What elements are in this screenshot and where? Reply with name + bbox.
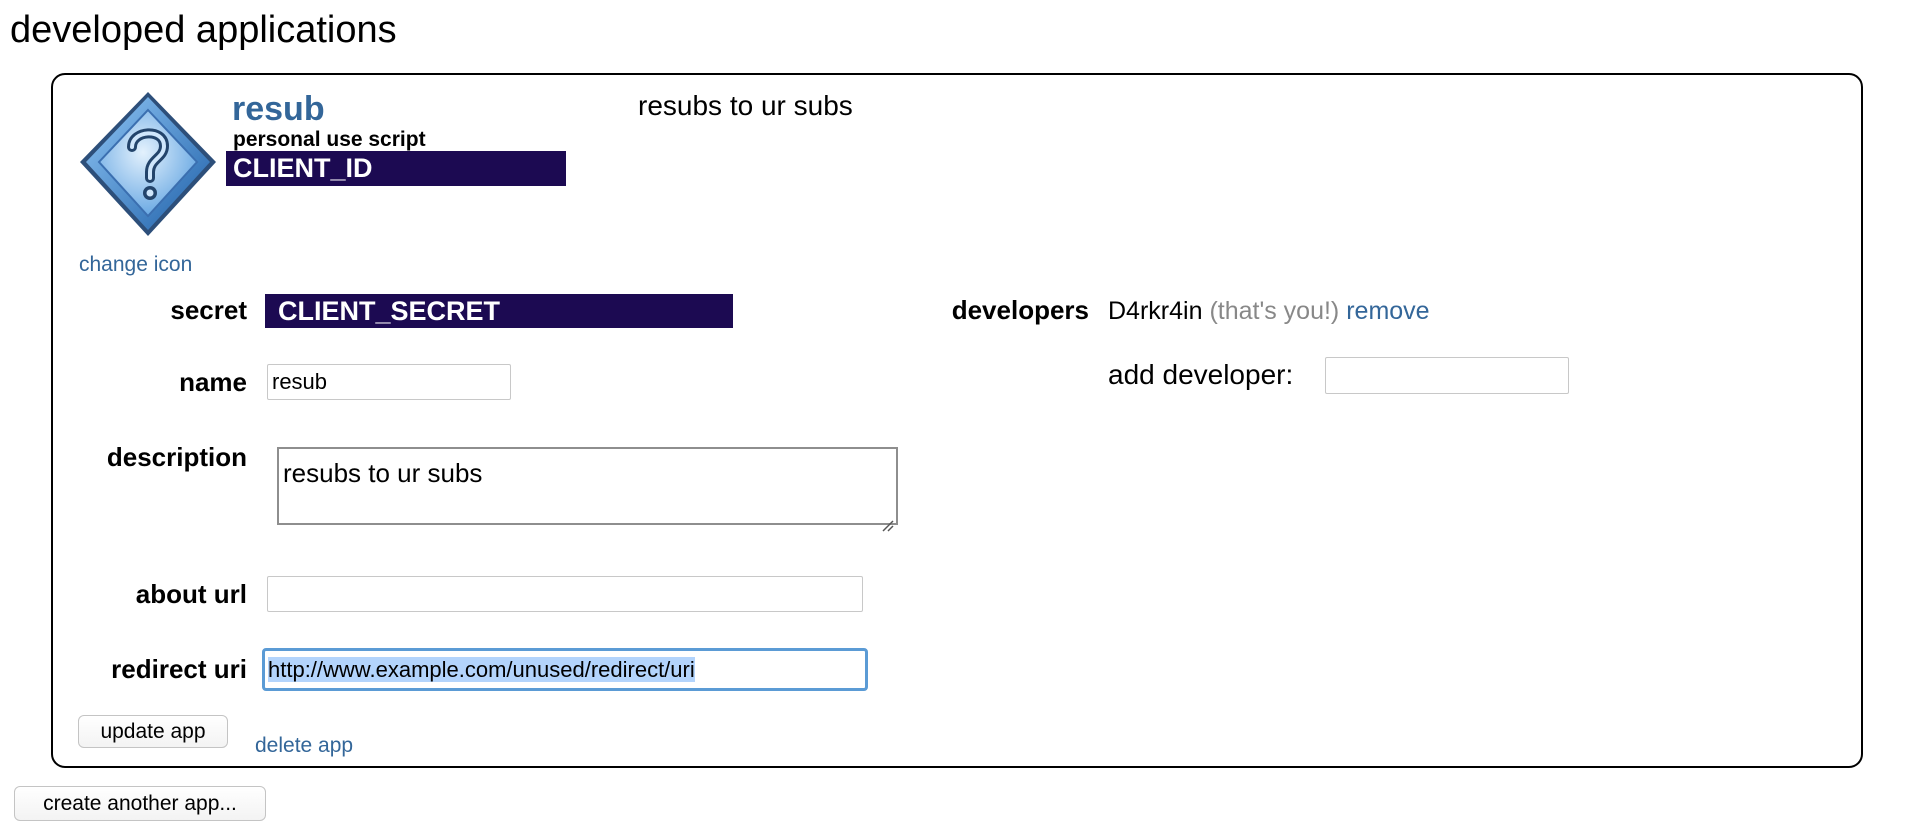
app-name: resub <box>232 90 325 128</box>
create-another-app-button[interactable]: create another app... <box>14 786 266 821</box>
redirect-uri-label: redirect uri <box>111 654 247 684</box>
name-field[interactable] <box>267 364 511 400</box>
add-developer-label: add developer: <box>1108 359 1294 390</box>
client-id: CLIENT_ID <box>226 151 566 186</box>
about-url-field[interactable] <box>267 576 863 612</box>
update-app-button[interactable]: update app <box>78 715 228 748</box>
description-field[interactable]: resubs to ur subs <box>277 447 898 532</box>
description-text: resubs to ur subs <box>283 458 483 488</box>
change-icon-link[interactable]: change icon <box>79 252 192 278</box>
client-secret: CLIENT_SECRET <box>265 294 733 328</box>
secret-label: secret <box>170 295 247 325</box>
remove-developer-link[interactable]: remove <box>1346 297 1429 325</box>
app-type: personal use script <box>233 128 426 151</box>
developers-label: developers <box>951 295 1089 325</box>
delete-app-link[interactable]: delete app <box>255 733 353 759</box>
page-heading: developed applications <box>10 9 397 51</box>
developer-username: D4rkr4in <box>1108 297 1203 325</box>
add-developer-field[interactable] <box>1325 357 1569 394</box>
you-note: (that's you!) <box>1209 297 1340 325</box>
question-mark-icon <box>78 90 218 238</box>
developers-list: D4rkr4in (that's you!) remove <box>1108 295 1430 327</box>
description-label: description <box>106 442 247 472</box>
name-label: name <box>179 367 247 397</box>
app-description-display: resubs to ur subs <box>638 90 853 121</box>
redirect-uri-field[interactable]: http://www.example.com/unused/redirect/u… <box>262 648 868 691</box>
resize-grip-icon[interactable] <box>880 507 894 532</box>
about-url-label: about url <box>135 579 247 609</box>
redirect-uri-value: http://www.example.com/unused/redirect/u… <box>268 657 695 682</box>
